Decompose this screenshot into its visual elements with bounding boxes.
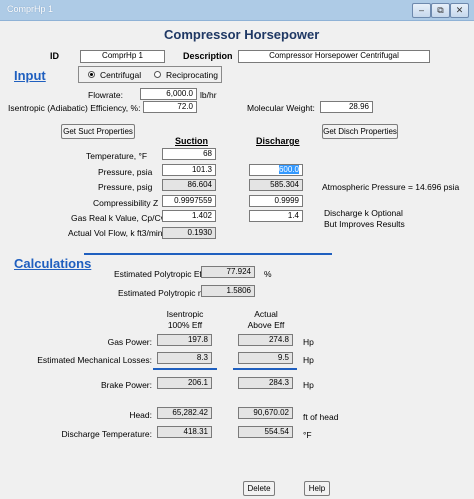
brake-power-unit: Hp: [303, 380, 314, 390]
delete-button[interactable]: Delete: [243, 481, 275, 496]
discharge-temperature-isentropic: 418.31: [157, 426, 212, 438]
actual-subheader: Above Eff: [247, 320, 285, 330]
description-field[interactable]: Compressor Horsepower Centrifugal: [238, 50, 430, 63]
discharge-k-note-1: Discharge k Optional: [324, 208, 403, 218]
polytropic-n-label: Estimated Polytropic n:: [118, 288, 205, 298]
brake-power-isentropic: 206.1: [157, 377, 212, 389]
efficiency-label: Isentropic (Adiabatic) Efficiency, %:: [8, 103, 141, 113]
suction-z-input[interactable]: 0.9997559: [162, 195, 216, 207]
discharge-z-input[interactable]: 0.9999: [249, 195, 303, 207]
actual-header: Actual: [254, 309, 278, 319]
get-disch-properties-button[interactable]: Get Disch Properties: [322, 124, 398, 139]
discharge-psia-input[interactable]: 600.0: [249, 164, 303, 176]
temperature-label: Temperature, °F: [86, 151, 148, 161]
discharge-psig-value: 585.304: [249, 179, 303, 191]
calculations-section-title: Calculations: [14, 256, 92, 271]
gas-k-label: Gas Real k Value, Cp/Cv: [71, 213, 165, 223]
discharge-k-note-2: But Improves Results: [324, 219, 405, 229]
restore-button[interactable]: ⧉: [431, 3, 450, 18]
gas-power-isentropic: 197.8: [157, 334, 212, 346]
radio-centrifugal[interactable]: [88, 71, 95, 78]
polytropic-eff-value: 77.924: [201, 266, 255, 278]
pressure-psia-label: Pressure, psia: [98, 167, 153, 177]
pressure-psig-label: Pressure, psig: [98, 182, 153, 192]
isentropic-sum-line: [153, 368, 217, 370]
help-button[interactable]: Help: [304, 481, 330, 496]
compressor-type-group: Centrifugal Reciprocating: [78, 66, 222, 83]
molecular-weight-label: Molecular Weight:: [247, 103, 315, 113]
calculations-divider: [84, 253, 332, 255]
actual-sum-line: [233, 368, 297, 370]
description-label: Description: [183, 51, 233, 61]
discharge-temperature-label: Discharge Temperature:: [61, 429, 152, 439]
suction-temperature-input[interactable]: 68: [162, 148, 216, 160]
isentropic-subheader: 100% Eff: [167, 320, 203, 330]
suction-psia-input[interactable]: 101.3: [162, 164, 216, 176]
input-section-title: Input: [14, 68, 46, 83]
brake-power-actual: 284.3: [238, 377, 293, 389]
suction-psig-value: 86.604: [162, 179, 216, 191]
id-label: ID: [50, 51, 59, 61]
actual-vol-flow-label: Actual Vol Flow, k ft3/min: [68, 228, 163, 238]
page-title: Compressor Horsepower: [164, 27, 320, 42]
head-label: Head:: [129, 410, 152, 420]
actual-vol-flow-value: 0.1930: [162, 227, 216, 239]
discharge-k-input[interactable]: 1.4: [249, 210, 303, 222]
head-actual: 90,670.02: [238, 407, 293, 419]
get-suct-properties-button[interactable]: Get Suct Properties: [61, 124, 135, 139]
polytropic-n-value: 1.5806: [201, 285, 255, 297]
gas-power-unit: Hp: [303, 337, 314, 347]
suction-header: Suction: [175, 136, 208, 146]
discharge-temperature-unit: °F: [303, 430, 312, 440]
close-button[interactable]: ✕: [450, 3, 469, 18]
actual-vol-flow-unit: k ft3/min: [130, 228, 163, 238]
polytropic-eff-label: Estimated Polytropic Eff:: [114, 269, 207, 279]
gas-power-actual: 274.8: [238, 334, 293, 346]
window-titlebar[interactable]: ComprHp 1 – ⧉ ✕: [0, 0, 474, 21]
mechanical-losses-isentropic: 8.3: [157, 352, 212, 364]
flowrate-unit: lb/hr: [200, 90, 217, 100]
brake-power-label: Brake Power:: [100, 380, 152, 390]
isentropic-header: Isentropic: [166, 309, 204, 319]
polytropic-eff-unit: %: [264, 269, 272, 279]
head-unit: ft of head: [303, 412, 339, 422]
atmospheric-pressure-note: Atmospheric Pressure = 14.696 psia: [322, 182, 460, 192]
radio-reciprocating-label[interactable]: Reciprocating: [166, 70, 218, 80]
discharge-header: Discharge: [256, 136, 300, 146]
suction-k-input[interactable]: 1.402: [162, 210, 216, 222]
compressibility-label: Compressibility Z: [93, 198, 159, 208]
efficiency-input[interactable]: 72.0: [143, 101, 197, 113]
window-title: ComprHp 1: [7, 4, 54, 14]
mechanical-losses-unit: Hp: [303, 355, 314, 365]
mechanical-losses-label: Estimated Mechanical Losses:: [37, 355, 152, 365]
head-isentropic: 65,282.42: [157, 407, 212, 419]
radio-reciprocating[interactable]: [154, 71, 161, 78]
discharge-temperature-actual: 554.54: [238, 426, 293, 438]
minimize-button[interactable]: –: [412, 3, 431, 18]
flowrate-input[interactable]: 6,000.0: [140, 88, 197, 100]
gas-power-label: Gas Power:: [107, 337, 152, 347]
id-field[interactable]: ComprHp 1: [80, 50, 165, 63]
mechanical-losses-actual: 9.5: [238, 352, 293, 364]
molecular-weight-input[interactable]: 28.96: [320, 101, 373, 113]
radio-centrifugal-label[interactable]: Centrifugal: [100, 70, 141, 80]
flowrate-label: Flowrate:: [88, 90, 123, 100]
